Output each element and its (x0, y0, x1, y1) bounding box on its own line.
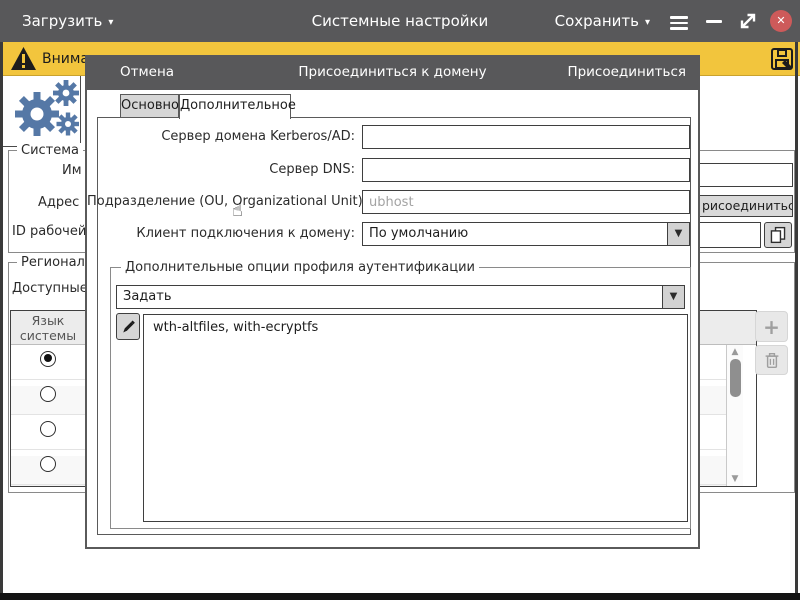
save-profile-icon[interactable] (770, 47, 794, 71)
join-domain-dialog: Отмена Присоединиться к домену Присоедин… (85, 55, 700, 549)
warning-icon (11, 47, 36, 70)
tab-additional[interactable]: Дополнительное (179, 94, 296, 119)
caret-down-icon: ▾ (644, 17, 650, 28)
domain-client-label: Клиент подключения к домену: (136, 226, 355, 241)
dns-server-input[interactable] (362, 158, 690, 182)
kerberos-server-label: Сервер домена Kerberos/AD: (161, 129, 355, 144)
scroll-down-icon[interactable]: ▼ (727, 474, 743, 484)
client-row: Клиент подключения к домену: По умолчани… (87, 222, 698, 246)
gears-icon (15, 80, 79, 136)
computer-name-label: Им (62, 163, 82, 178)
radio-button[interactable] (40, 386, 56, 402)
system-group-legend: Система (17, 143, 84, 158)
gears-header-box (3, 76, 81, 147)
pencil-icon (122, 320, 135, 333)
dns-row: Сервер DNS: (87, 158, 698, 182)
domain-client-value: По умолчанию (369, 226, 469, 241)
fullscreen-icon[interactable] (738, 11, 758, 31)
top-bar: Загрузить ▾ Системные настройки Сохранить… (0, 0, 800, 42)
system-settings-app: Загрузить ▾ Системные настройки Сохранить… (0, 0, 800, 600)
join-button[interactable]: Присоединиться (567, 55, 686, 90)
radio-button[interactable] (40, 456, 56, 472)
bottom-bar (0, 593, 800, 600)
add-language-button[interactable]: + (755, 311, 788, 342)
auth-mode-value: Задать (123, 289, 172, 304)
auth-mode-select[interactable]: Задать ▼ (116, 285, 685, 309)
ou-input[interactable] (362, 190, 690, 214)
copy-button[interactable] (764, 222, 792, 248)
edit-options-button[interactable] (116, 313, 140, 340)
kerberos-server-input[interactable] (362, 125, 690, 149)
plus-icon: + (763, 314, 780, 339)
window-border-left (0, 42, 3, 593)
window-border-right (795, 42, 798, 593)
menu-icon[interactable] (670, 13, 688, 33)
trash-icon (765, 352, 778, 368)
address-label: Адрес (38, 195, 80, 210)
workstation-id-label: ID рабочей (12, 224, 87, 239)
auth-options-textarea[interactable]: wth-altfiles, with-ecryptfs (143, 314, 688, 522)
dropdown-arrow-icon[interactable]: ▼ (667, 223, 689, 245)
mouse-pointer-cursor: ☝ (232, 200, 243, 221)
save-label: Сохранить (554, 12, 639, 30)
dialog-header: Отмена Присоединиться к домену Присоедин… (85, 55, 700, 90)
tab-main[interactable]: Основное (120, 94, 187, 118)
ou-row: Подразделение (OU, Organizational Unit): (87, 190, 698, 214)
dropdown-arrow-icon[interactable]: ▼ (662, 286, 684, 308)
table-scrollbar[interactable]: ▲ ▼ (726, 345, 743, 486)
scroll-thumb[interactable] (729, 359, 741, 397)
close-window-icon[interactable]: ✕ (770, 10, 792, 32)
domain-client-select[interactable]: По умолчанию ▼ (362, 222, 690, 246)
minimize-icon[interactable] (706, 20, 722, 23)
ou-label: Подразделение (OU, Organizational Unit): (87, 194, 368, 209)
language-column-header: Язык системы (19, 313, 77, 343)
auth-options-group: Дополнительные опции профиля аутентифика… (110, 260, 691, 529)
radio-button[interactable] (40, 421, 56, 437)
radio-button[interactable] (40, 351, 56, 367)
save-menu-button[interactable]: Сохранить ▾ (555, 0, 650, 44)
delete-language-button[interactable] (755, 345, 788, 375)
kerberos-row: Сервер домена Kerberos/AD: (87, 125, 698, 149)
scroll-up-icon[interactable]: ▲ (727, 347, 743, 357)
dns-server-label: Сервер DNS: (269, 162, 355, 177)
auth-options-legend: Дополнительные опции профиля аутентифика… (121, 260, 479, 275)
copy-icon (770, 226, 786, 244)
